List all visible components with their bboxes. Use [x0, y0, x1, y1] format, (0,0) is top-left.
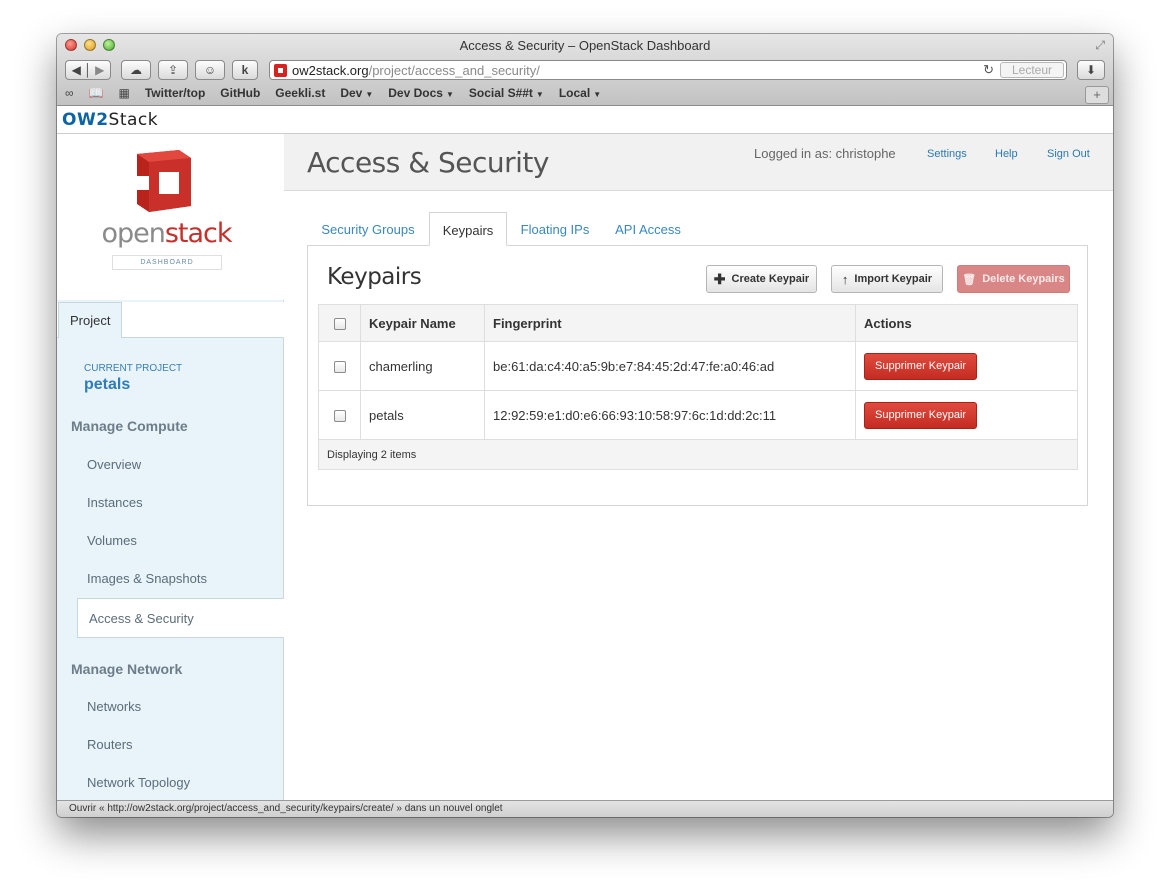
- reload-icon[interactable]: ↻: [983, 62, 994, 78]
- sidebar-item-instances[interactable]: Instances: [87, 495, 143, 510]
- tab-keypairs[interactable]: Keypairs: [429, 212, 507, 246]
- row-checkbox[interactable]: [333, 410, 346, 423]
- logged-in-user: Logged in as: christophe: [754, 146, 896, 161]
- cloud-icon: ☁: [130, 63, 142, 77]
- downloads-button[interactable]: ⬇: [1077, 60, 1105, 80]
- bookmarks-book-icon[interactable]: 📖: [89, 86, 104, 100]
- table-footer-row: Displaying 2 items: [318, 439, 1078, 470]
- items-count: Displaying 2 items: [318, 439, 1078, 470]
- fullscreen-icon[interactable]: ⤢: [1095, 38, 1105, 53]
- panel-title: Keypairs: [327, 264, 422, 290]
- url-path: /project/access_and_security/: [368, 62, 540, 78]
- browser-window: Access & Security – OpenStack Dashboard …: [57, 34, 1113, 817]
- keypair-name: chamerling: [360, 341, 485, 391]
- bookmark-folder[interactable]: Dev ▼: [340, 86, 373, 100]
- keypair-name: petals: [360, 390, 485, 440]
- delete-keypairs-button[interactable]: 🗑 Delete Keypairs: [957, 265, 1070, 293]
- robot-icon: ☺: [203, 63, 217, 77]
- ow2-banner: OW2Stack: [57, 106, 1113, 134]
- browser-toolbar: Access & Security – OpenStack Dashboard …: [57, 34, 1113, 106]
- caret-down-icon: ▼: [365, 90, 374, 99]
- column-header-actions: Actions: [855, 304, 1078, 342]
- sidebar-item-routers[interactable]: Routers: [87, 737, 133, 752]
- status-bar: Ouvrir « http://ow2stack.org/project/acc…: [57, 800, 1113, 817]
- caret-down-icon: ▼: [593, 90, 602, 99]
- sidebar-item-images-snapshots[interactable]: Images & Snapshots: [87, 571, 207, 586]
- reading-list-icon[interactable]: ∞: [65, 86, 74, 100]
- k-icon: k: [241, 63, 249, 77]
- forward-icon[interactable]: ▶: [95, 63, 104, 77]
- ow2stack-logo[interactable]: OW2Stack: [62, 110, 158, 130]
- page-header: Access & Security Logged in as: christop…: [284, 134, 1113, 191]
- trash-icon: 🗑: [962, 273, 977, 286]
- sidebar-item-overview[interactable]: Overview: [87, 457, 141, 472]
- share-button[interactable]: ⇪: [158, 60, 188, 80]
- select-all-checkbox[interactable]: [333, 318, 346, 331]
- icloud-tabs-button[interactable]: ☁: [121, 60, 151, 80]
- settings-link[interactable]: Settings: [927, 148, 967, 160]
- keypair-fingerprint: 12:92:59:e1:d0:e6:66:93:10:58:97:6c:1d:d…: [484, 390, 856, 440]
- caret-down-icon: ▼: [535, 90, 544, 99]
- bookmark-folder[interactable]: Dev Docs ▼: [388, 86, 454, 100]
- sidebar-item-access-security[interactable]: Access & Security: [77, 598, 285, 638]
- current-project-name[interactable]: petals: [84, 376, 130, 394]
- share-icon: ⇪: [167, 63, 179, 77]
- column-header-keypair-name[interactable]: Keypair Name: [360, 304, 485, 342]
- sign-out-link[interactable]: Sign Out: [1047, 148, 1090, 160]
- plus-icon: ✚: [713, 270, 726, 287]
- address-bar[interactable]: ow2stack.org/project/access_and_security…: [269, 60, 1067, 80]
- page-title: Access & Security: [307, 146, 549, 179]
- reader-button[interactable]: Lecteur: [1000, 62, 1064, 78]
- main-content: Access & Security Logged in as: christop…: [284, 134, 1113, 800]
- new-tab-button[interactable]: +: [1085, 86, 1109, 104]
- openstack-logo[interactable]: openstack DASHBOARD: [57, 134, 284, 300]
- bookmarks-bar: ∞ 📖 ▦ Twitter/top GitHub Geekli.st Dev ▼ …: [65, 86, 601, 100]
- window-title: Access & Security – OpenStack Dashboard: [459, 38, 711, 53]
- url-host: ow2stack.org: [292, 62, 369, 78]
- nav-section-manage-compute: Manage Compute: [71, 418, 188, 434]
- column-header-fingerprint[interactable]: Fingerprint: [484, 304, 856, 342]
- nav-section-manage-network: Manage Network: [71, 661, 183, 677]
- sidebar-item-networks[interactable]: Networks: [87, 699, 141, 714]
- keypairs-panel: Keypairs ✚ Create Keypair ↑ Import Keypair…: [307, 245, 1088, 506]
- site-favicon-icon: [274, 63, 287, 77]
- create-keypair-button[interactable]: ✚ Create Keypair: [706, 265, 817, 293]
- download-icon: ⬇: [1085, 63, 1097, 77]
- dashboard-tag: DASHBOARD: [112, 255, 222, 270]
- row-checkbox[interactable]: [333, 361, 346, 374]
- tab-floating-ips[interactable]: Floating IPs: [511, 212, 599, 246]
- bookmark-folder[interactable]: Local ▼: [559, 86, 601, 100]
- keypair-fingerprint: be:61:da:c4:40:a5:9b:e7:84:45:2d:47:fe:a…: [484, 341, 856, 391]
- sidebar-item-network-topology[interactable]: Network Topology: [87, 775, 190, 790]
- bookmark-item[interactable]: GitHub: [220, 86, 260, 100]
- openstack-cube-icon: [137, 150, 191, 212]
- top-sites-grid-icon[interactable]: ▦: [119, 86, 130, 100]
- table-header-row: Keypair Name Fingerprint Actions: [318, 304, 1078, 342]
- caret-down-icon: ▼: [445, 90, 454, 99]
- current-project-label: CURRENT PROJECT: [84, 363, 183, 374]
- table-row: chamerling be:61:da:c4:40:a5:9b:e7:84:45…: [318, 341, 1078, 391]
- bookmark-item[interactable]: Geekli.st: [275, 86, 325, 100]
- help-link[interactable]: Help: [995, 148, 1018, 160]
- table-row: petals 12:92:59:e1:d0:e6:66:93:10:58:97:…: [318, 390, 1078, 440]
- sidebar-item-volumes[interactable]: Volumes: [87, 533, 137, 548]
- bookmark-folder[interactable]: Social S##t ▼: [469, 86, 544, 100]
- tab-api-access[interactable]: API Access: [603, 212, 693, 246]
- tab-bar: Security Groups Keypairs Floating IPs AP…: [307, 212, 1087, 246]
- keypairs-table: Keypair Name Fingerprint Actions chamerl…: [318, 304, 1078, 470]
- import-keypair-button[interactable]: ↑ Import Keypair: [831, 265, 943, 293]
- openstack-wordmark: openstack: [101, 218, 232, 249]
- extension-button[interactable]: ☺: [195, 60, 225, 80]
- back-forward-buttons[interactable]: ◀ │ ▶: [65, 60, 111, 80]
- tab-project[interactable]: Project: [58, 302, 122, 338]
- bookmark-item[interactable]: Twitter/top: [145, 86, 205, 100]
- back-icon[interactable]: ◀: [72, 63, 81, 77]
- delete-keypair-button[interactable]: Supprimer Keypair: [864, 352, 978, 380]
- kippt-button[interactable]: k: [232, 60, 258, 80]
- arrow-up-icon: ↑: [841, 271, 849, 287]
- tab-security-groups[interactable]: Security Groups: [307, 212, 429, 246]
- sidebar: openstack DASHBOARD Project CURRENT PROJ…: [57, 134, 285, 800]
- delete-keypair-button[interactable]: Supprimer Keypair: [864, 401, 978, 429]
- sidebar-tabs: Project: [57, 302, 284, 338]
